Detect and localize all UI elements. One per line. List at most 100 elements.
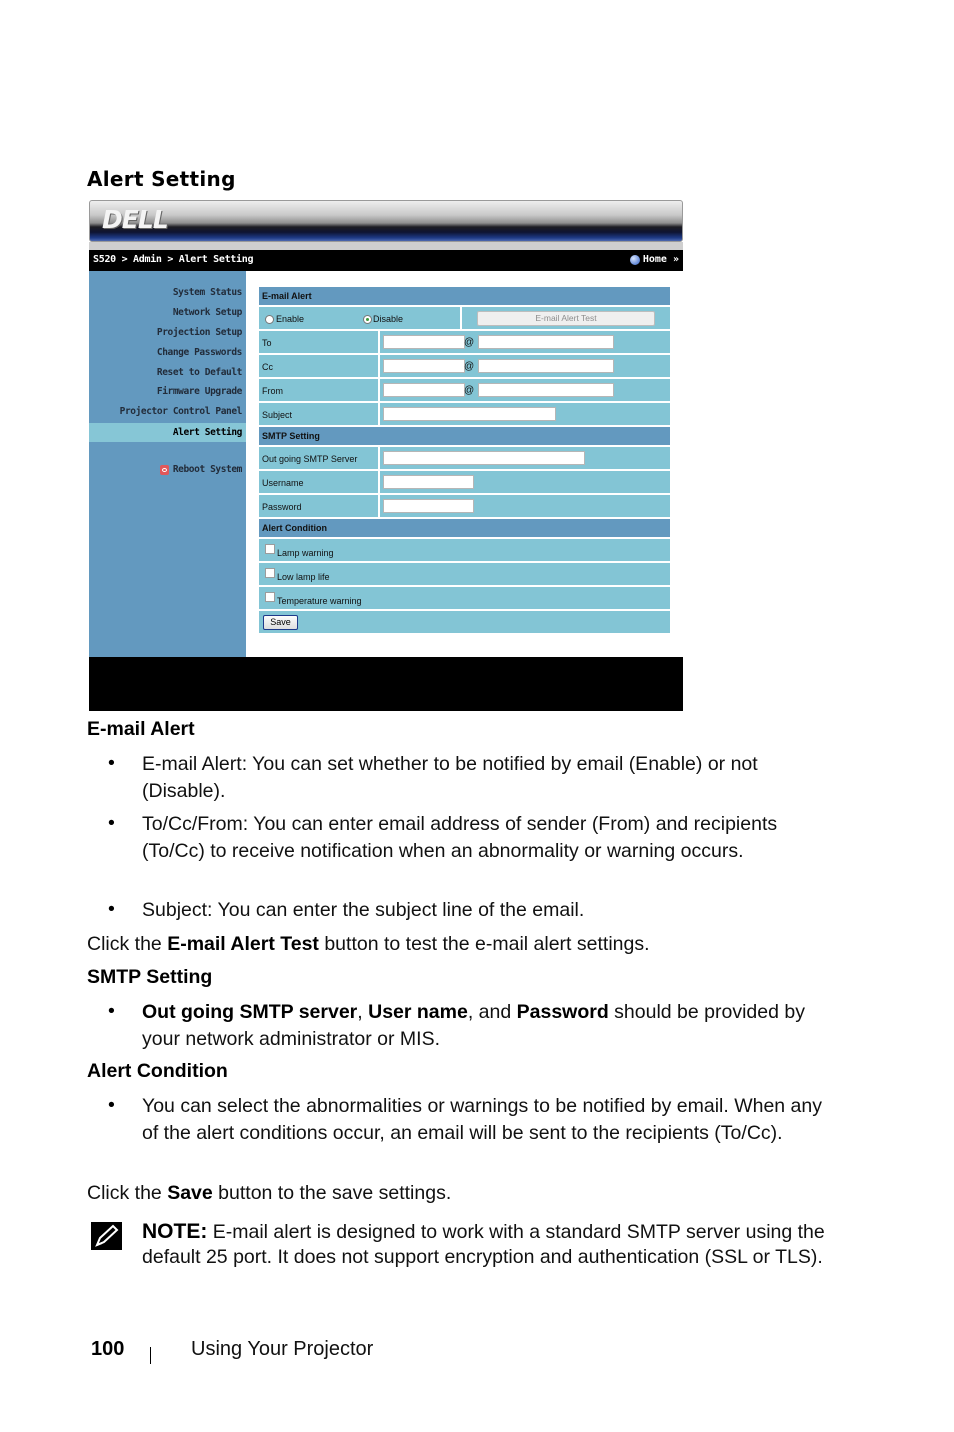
section-title: Alert Setting bbox=[87, 167, 236, 191]
chapter-title: Using Your Projector bbox=[191, 1338, 374, 1360]
email-alert-test-button[interactable]: E-mail Alert Test bbox=[477, 311, 655, 326]
alert-form: E-mail Alert Enable Disable E-mail Alert… bbox=[259, 287, 670, 635]
from-user-input[interactable] bbox=[383, 383, 465, 397]
header-divider bbox=[89, 242, 683, 250]
home-link[interactable]: Home » bbox=[629, 254, 679, 265]
dell-logo: DELL bbox=[102, 205, 169, 234]
smtp-server-label: Out going SMTP Server bbox=[262, 454, 358, 464]
email-alert-header: E-mail Alert bbox=[259, 287, 670, 305]
from-row: From @ bbox=[259, 379, 670, 401]
low-lamp-life-checkbox[interactable] bbox=[265, 568, 275, 578]
home-icon bbox=[629, 254, 640, 265]
note-pencil-icon bbox=[91, 1222, 122, 1250]
at-symbol: @ bbox=[464, 361, 475, 372]
lamp-warning-label: Lamp warning bbox=[277, 548, 334, 558]
bullet: • bbox=[108, 898, 115, 920]
power-icon bbox=[159, 464, 169, 475]
password-label: Password bbox=[262, 502, 302, 512]
sidebar-item-network-setup[interactable]: Network Setup bbox=[173, 307, 243, 318]
cc-user-input[interactable] bbox=[383, 359, 465, 373]
from-domain-input[interactable] bbox=[478, 383, 614, 397]
cc-label: Cc bbox=[262, 362, 273, 372]
cell-divider bbox=[378, 471, 380, 493]
bullet: • bbox=[108, 752, 115, 774]
note-text: NOTE: E-mail alert is designed to work w… bbox=[142, 1220, 825, 1268]
cell-divider bbox=[378, 331, 380, 353]
cell-divider bbox=[378, 495, 380, 517]
ui-footer-bar bbox=[89, 657, 683, 711]
smtp-setting-header: SMTP Setting bbox=[259, 427, 670, 445]
sidebar-item-projection-setup[interactable]: Projection Setup bbox=[157, 327, 243, 338]
temperature-warning-label: Temperature warning bbox=[277, 596, 362, 606]
password-row: Password bbox=[259, 495, 670, 517]
breadcrumb: S520 > Admin > Alert Setting bbox=[93, 254, 254, 265]
smtp-setting-heading: SMTP Setting bbox=[87, 966, 213, 988]
test-instruction: Click the E-mail Alert Test button to te… bbox=[87, 933, 650, 955]
web-ui-screenshot: DELL S520 > Admin > Alert Setting Home »… bbox=[88, 200, 684, 711]
low-lamp-life-label: Low lamp life bbox=[277, 572, 330, 582]
subject-row: Subject bbox=[259, 403, 670, 425]
sidebar-item-alert-setting[interactable]: Alert Setting bbox=[89, 423, 246, 442]
email-bullet-2: To/Cc/From: You can enter email address … bbox=[142, 813, 778, 862]
at-symbol: @ bbox=[464, 385, 475, 396]
username-label: Username bbox=[262, 478, 304, 488]
sidebar-item-firmware-upgrade[interactable]: Firmware Upgrade bbox=[157, 386, 243, 397]
cell-divider bbox=[378, 403, 380, 425]
from-label: From bbox=[262, 386, 283, 396]
reboot-system-link[interactable]: Reboot System bbox=[159, 464, 243, 475]
smtp-server-input[interactable] bbox=[383, 451, 585, 465]
disable-radio[interactable] bbox=[363, 315, 372, 324]
home-link-label: Home » bbox=[642, 254, 679, 265]
disable-label: Disable bbox=[373, 314, 404, 324]
at-symbol: @ bbox=[464, 337, 475, 348]
sidebar-item-reset-to-default[interactable]: Reset to Default bbox=[157, 367, 243, 378]
save-instruction: Click the Save button to the save settin… bbox=[87, 1182, 452, 1204]
cc-row: Cc @ bbox=[259, 355, 670, 377]
subject-input[interactable] bbox=[383, 407, 556, 421]
username-input[interactable] bbox=[383, 475, 474, 489]
breadcrumb-bar: S520 > Admin > Alert Setting Home » bbox=[89, 250, 683, 271]
email-alert-heading: E-mail Alert bbox=[87, 718, 195, 740]
bullet: • bbox=[108, 1000, 115, 1022]
sidebar-item-projector-control-panel[interactable]: Projector Control Panel bbox=[120, 406, 243, 417]
lamp-warning-row: Lamp warning bbox=[259, 539, 670, 561]
cell-divider bbox=[378, 355, 380, 377]
password-input[interactable] bbox=[383, 499, 474, 513]
enable-row: Enable Disable E-mail Alert Test bbox=[259, 307, 670, 329]
subject-label: Subject bbox=[262, 410, 293, 420]
cell-divider bbox=[378, 379, 380, 401]
temperature-warning-checkbox[interactable] bbox=[265, 592, 275, 602]
smtp-server-row: Out going SMTP Server bbox=[259, 447, 670, 469]
footer-separator bbox=[150, 1347, 151, 1364]
sidebar-item-system-status[interactable]: System Status bbox=[173, 287, 243, 298]
sidebar: System Status Network Setup Projection S… bbox=[89, 271, 246, 657]
lamp-warning-checkbox[interactable] bbox=[265, 544, 275, 554]
to-domain-input[interactable] bbox=[478, 335, 614, 349]
bullet: • bbox=[108, 812, 115, 834]
alert-condition-header: Alert Condition bbox=[259, 519, 670, 537]
sidebar-item-change-passwords[interactable]: Change Passwords bbox=[157, 347, 243, 358]
temperature-warning-row: Temperature warning bbox=[259, 587, 670, 609]
to-user-input[interactable] bbox=[383, 335, 465, 349]
condition-bullet: You can select the abnormalities or warn… bbox=[142, 1095, 822, 1144]
bullet: • bbox=[108, 1094, 115, 1116]
save-button[interactable]: Save bbox=[263, 615, 298, 630]
username-row: Username bbox=[259, 471, 670, 493]
sidebar-item-label: Alert Setting bbox=[172, 427, 243, 438]
enable-label: Enable bbox=[276, 314, 305, 324]
email-bullet-3: Subject: You can enter the subject line … bbox=[142, 899, 585, 921]
enable-radio[interactable] bbox=[265, 315, 274, 324]
cell-divider bbox=[460, 307, 462, 329]
reboot-label: Reboot System bbox=[172, 464, 243, 475]
cell-divider bbox=[378, 447, 380, 469]
page-number: 100 bbox=[91, 1338, 125, 1360]
to-row: To @ bbox=[259, 331, 670, 353]
smtp-bullet: Out going SMTP server, User name, and Pa… bbox=[142, 1001, 805, 1050]
save-row: Save bbox=[259, 611, 670, 633]
cc-domain-input[interactable] bbox=[478, 359, 614, 373]
header-banner: DELL bbox=[89, 200, 683, 242]
email-bullet-1: E-mail Alert: You can set whether to be … bbox=[142, 753, 758, 802]
to-label: To bbox=[262, 338, 272, 348]
alert-condition-heading: Alert Condition bbox=[87, 1060, 228, 1082]
low-lamp-life-row: Low lamp life bbox=[259, 563, 670, 585]
